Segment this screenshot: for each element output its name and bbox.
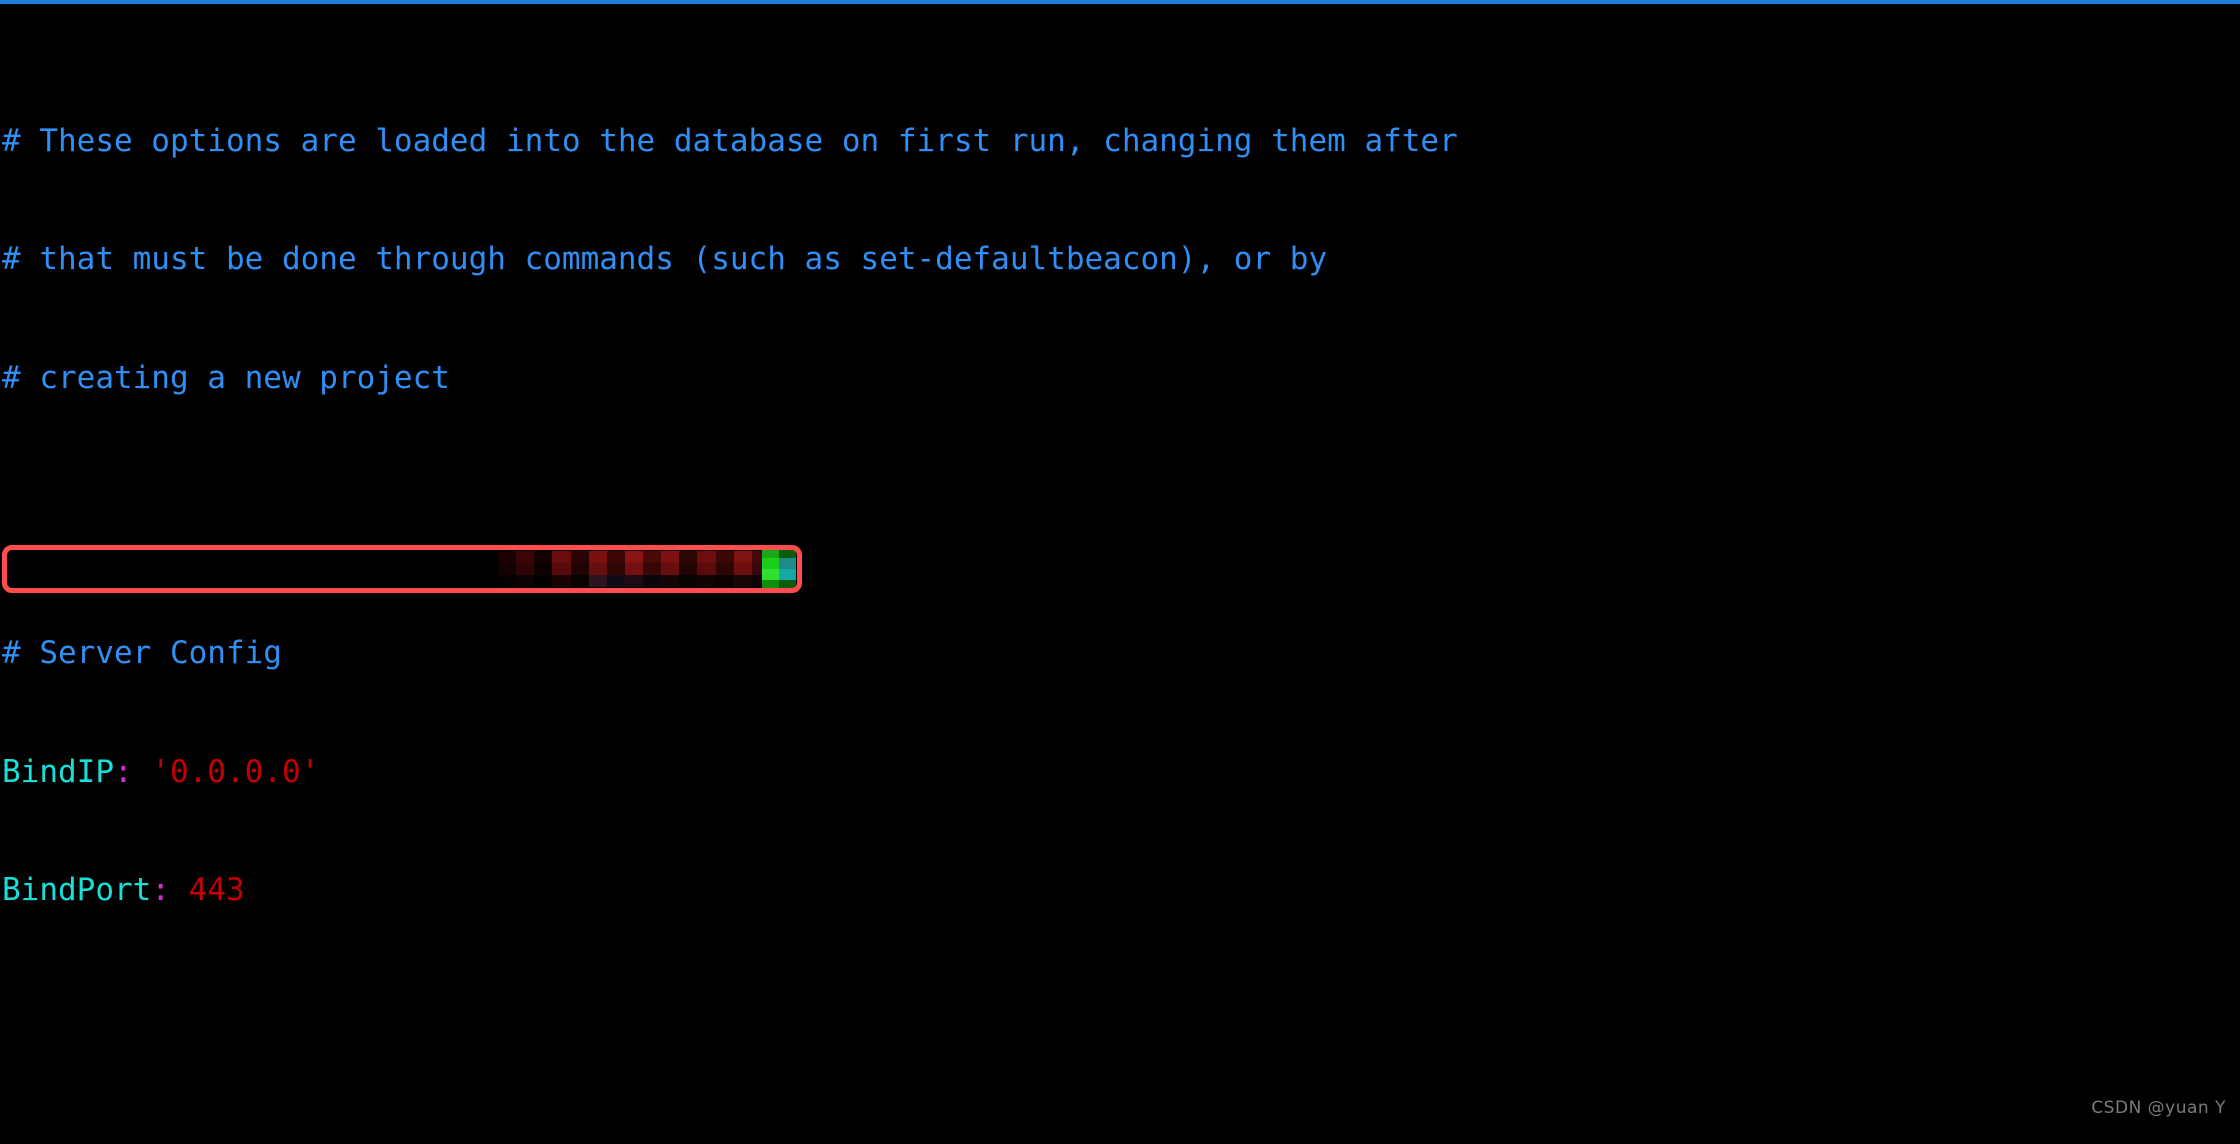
mosaic-cell [552,551,571,563]
mosaic-cell [643,551,662,563]
mosaic-cell [679,575,698,587]
config-value: 443 [169,871,245,908]
mosaic-cell [516,551,535,563]
mosaic-cell [498,575,517,587]
mosaic-cell [570,551,589,563]
mosaic-cell [516,563,535,575]
mosaic-cell [588,551,607,563]
colon: : [151,871,170,908]
cursor-cell [779,580,796,591]
mosaic-cell [498,551,517,563]
terminal-window: # These options are loaded into the data… [0,0,2240,1144]
watermark-text: CSDN @yuan Y [2091,1098,2226,1118]
mosaic-cell [661,563,680,575]
mosaic-cell [679,563,698,575]
mosaic-cell [697,563,716,575]
mosaic-cell [733,551,752,563]
redacted-host-mosaic [498,551,788,587]
comment-text: # that must be done through commands (su… [2,241,1328,278]
mosaic-cell [715,575,734,587]
mosaic-cell [534,551,553,563]
mosaic-cell [516,575,535,587]
config-key: BindPort [2,871,152,908]
mosaic-cell [624,563,643,575]
mosaic-cell [498,563,517,575]
cursor-cell [762,580,779,591]
mosaic-cell [570,575,589,587]
config-value: '0.0.0.0' [132,753,320,790]
config-key: BindIP [2,753,114,790]
cursor-cell [779,569,796,580]
mosaic-cell [733,575,752,587]
mosaic-cell [606,575,625,587]
mosaic-cell [534,575,553,587]
mosaic-cell [697,551,716,563]
cursor-cell [779,558,796,569]
colon: : [113,753,133,790]
code-line-bindport: BindPort: 443 [0,871,2240,910]
mosaic-cell [661,551,680,563]
config-file-content: # These options are loaded into the data… [0,4,2240,1144]
code-line: # creating a new project [0,359,2240,398]
mosaic-cell [661,575,680,587]
mosaic-cell [606,563,625,575]
cursor-cell [762,569,779,580]
mosaic-cell [588,563,607,575]
code-line: # These options are loaded into the data… [0,122,2240,161]
mosaic-cell [606,551,625,563]
comment-text: # These options are loaded into the data… [2,123,1458,160]
mosaic-cell [588,575,607,587]
comment-text: # Server Config [2,635,282,672]
mosaic-cell [624,551,643,563]
cursor-cell [779,547,796,558]
mosaic-cell [570,563,589,575]
mosaic-cell [679,551,698,563]
mosaic-cell [643,575,662,587]
code-line: # Server Config [0,634,2240,673]
code-line-bindip: BindIP: '0.0.0.0' [0,753,2240,792]
mosaic-cell [643,563,662,575]
mosaic-cell [552,575,571,587]
code-line: # that must be done through commands (su… [0,240,2240,279]
mosaic-cell [697,575,716,587]
cursor-cell [762,547,779,558]
cursor-cell [762,558,779,569]
mosaic-cell [715,551,734,563]
mosaic-cell [534,563,553,575]
mosaic-cell [715,563,734,575]
comment-text: # creating a new project [2,359,450,396]
mosaic-cell [552,563,571,575]
mosaic-cell [624,575,643,587]
redacted-cursor-block [762,547,796,591]
mosaic-cell [733,563,752,575]
